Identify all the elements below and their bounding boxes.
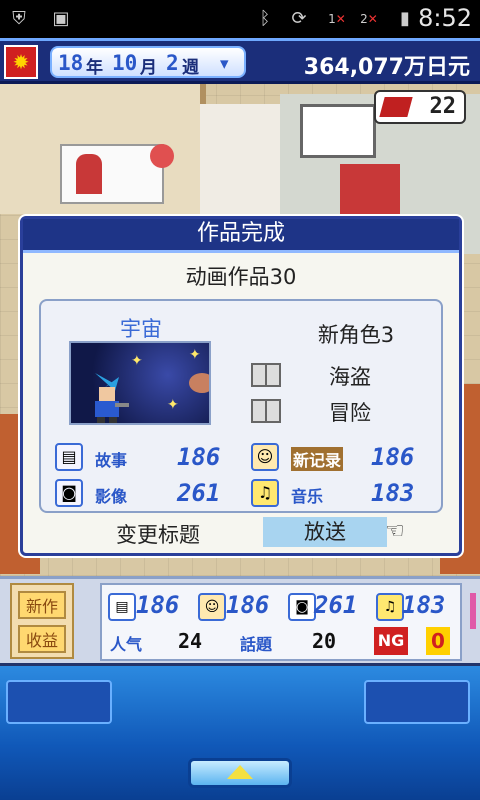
music-value: 183 (371, 479, 415, 507)
visual-value: 261 (177, 479, 221, 507)
topic-label: 話題 (240, 635, 273, 654)
maple-leaf-icon[interactable]: ✹ (4, 45, 38, 79)
counter-value: 22 (429, 94, 457, 119)
music-note-icon: ♫ (251, 479, 279, 507)
dialog-titlebar: 作品完成 (23, 219, 459, 253)
stat-row-2: ◙ 影像 261 ♫ 音乐 183 (53, 479, 435, 509)
genre-label: 冒险 (329, 401, 371, 425)
star-icon: ✦ (189, 347, 201, 363)
book-icon (251, 363, 281, 387)
stat-row-1: ▤ 故事 186 ☺ 新记录 186 (53, 443, 435, 473)
sim-card-icon: ▣ (52, 8, 70, 29)
year-value: 18 (58, 51, 84, 75)
broadcast-button[interactable]: 放送 (263, 517, 387, 547)
work-complete-dialog: 作品完成 动画作品30 宇宙 新角色3 ✦ ✦ ✦ 海盗 冒险 ▤ 故事 186… (20, 216, 462, 556)
control-panel (0, 666, 480, 800)
fans-counter[interactable]: 22 (374, 90, 466, 124)
ng-badge: NG (374, 627, 408, 655)
music-label: 音乐 (291, 487, 324, 506)
ticket-icon (379, 97, 413, 117)
week-unit: 週 (182, 58, 199, 78)
shield-icon: ⛨ (12, 8, 26, 29)
week-value: 2 (166, 51, 179, 75)
strip-visual-value: 261 (314, 591, 358, 619)
money-display: 364,077万日元 (303, 55, 470, 80)
pointing-hand-icon: ☜ (385, 519, 405, 544)
story-icon: ▤ (108, 593, 136, 621)
bluetooth-icon: ᛒ (259, 8, 271, 29)
story-value: 186 (177, 443, 221, 471)
work-card: 宇宙 新角色3 ✦ ✦ ✦ 海盗 冒险 ▤ 故事 186 ☺ 新记录 186 ◙… (39, 299, 443, 513)
red-carpet (340, 164, 400, 214)
signal-2-icon: 2✕ (360, 12, 378, 26)
rename-button[interactable]: 变更标题 (83, 519, 233, 549)
strip-music-value: 183 (402, 591, 446, 619)
date-selector[interactable]: 18 年 10 月 2 週 ▾ (50, 46, 246, 78)
topic-value: 20 (312, 629, 337, 653)
work-artwork: ✦ ✦ ✦ (69, 341, 211, 425)
record-value: 186 (371, 443, 415, 471)
story-icon: ▤ (55, 443, 83, 471)
story-label: 故事 (95, 451, 128, 470)
visual-label: 影像 (95, 487, 128, 506)
strip-people-value: 186 (226, 591, 270, 619)
game-header: ✹ 18 年 10 月 2 週 ▾ 364,077万日元 (0, 38, 480, 84)
genre-row-2: 冒险 (251, 397, 431, 427)
pillar (200, 104, 280, 214)
popularity-value: 24 (178, 629, 203, 653)
month-unit: 月 (140, 58, 157, 78)
new-role: 新角色3 (317, 323, 395, 347)
chevron-down-icon: ▾ (220, 54, 229, 74)
gauge-bar (470, 593, 476, 629)
status-time: 8:52 (418, 4, 472, 32)
people-icon: ☺ (251, 443, 279, 471)
dialog-title: 作品完成 (196, 221, 285, 246)
genre-label: 海盗 (329, 365, 371, 389)
planet-icon (189, 373, 209, 393)
year-unit: 年 (86, 58, 103, 78)
book-icon (251, 399, 281, 423)
battery-icon: ▮ (400, 8, 410, 29)
music-note-icon: ♫ (376, 593, 404, 621)
income-tab[interactable]: 收益 (18, 625, 66, 653)
hero-sprite (95, 373, 129, 423)
month-value: 10 (112, 51, 138, 75)
genre-row-1: 海盗 (251, 361, 431, 391)
menu-up-button[interactable] (188, 758, 292, 788)
star-icon: ✦ (167, 397, 179, 413)
star-icon: ✦ (131, 353, 143, 369)
status-bar: ⛨ ▣ ᛒ ⟳ 1✕ 2✕ ▮ 8:52 (0, 0, 480, 38)
info-strip: 新作 收益 ▤ 186 ☺ 186 ◙ 261 ♫ 183 人气 24 話題 2… (0, 576, 480, 666)
flower-vase (150, 144, 174, 168)
camera-icon: ◙ (288, 593, 316, 621)
whiteboard (300, 104, 376, 158)
work-stats-box: ▤ 186 ☺ 186 ◙ 261 ♫ 183 人气 24 話題 20 NG 0 (100, 583, 476, 661)
side-tabs: 新作 收益 (10, 583, 74, 659)
popularity-label: 人气 (110, 635, 143, 654)
left-panel-button[interactable] (6, 680, 112, 724)
people-icon: ☺ (198, 593, 226, 621)
right-panel-button[interactable] (364, 680, 470, 724)
work-subtitle: 动画作品30 (185, 265, 297, 289)
rotate-icon: ⟳ (291, 8, 307, 29)
new-work-tab[interactable]: 新作 (18, 591, 66, 619)
ng-value: 0 (426, 627, 450, 655)
worker-sprite (76, 154, 102, 194)
strip-story-value: 186 (136, 591, 180, 619)
up-arrow-icon (227, 765, 253, 779)
record-label: 新记录 (291, 447, 344, 471)
camera-icon: ◙ (55, 479, 83, 507)
work-name: 宇宙 (120, 317, 162, 341)
signal-1-icon: 1✕ (328, 12, 346, 26)
